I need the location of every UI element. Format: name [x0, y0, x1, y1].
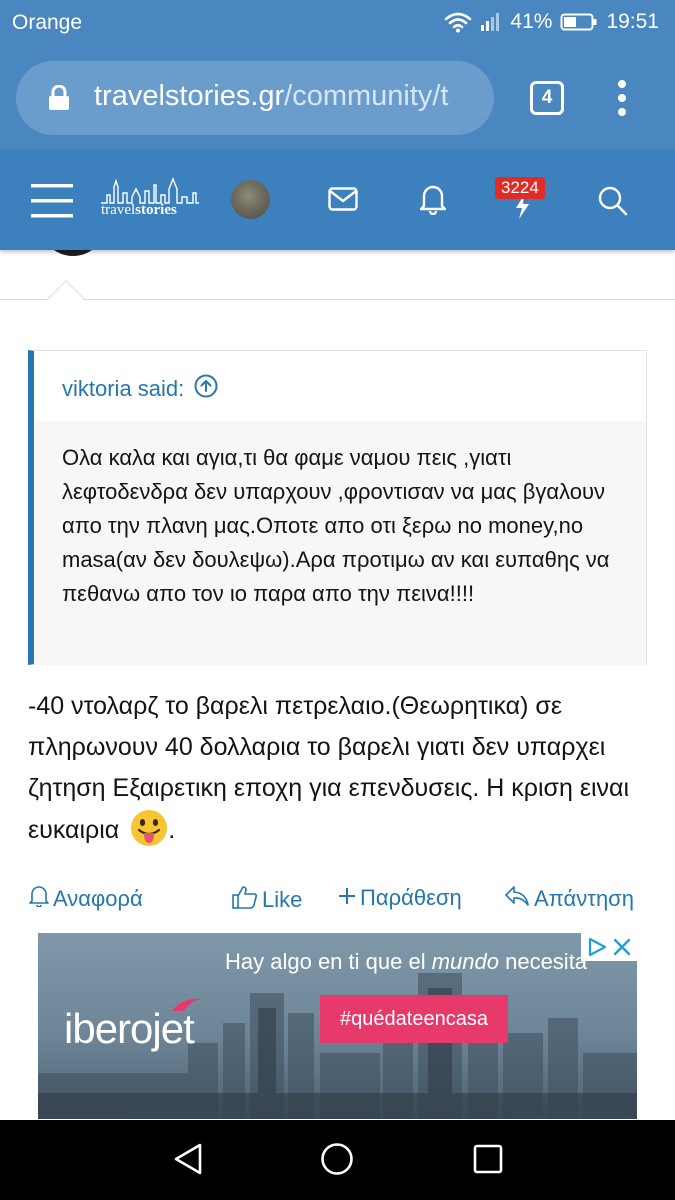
post-body: -40 ντολαρζ το βαρελι πετρελαιο.(Θεωρητι…: [28, 686, 653, 851]
status-bar: Orange 41% 19:51: [0, 0, 675, 46]
carrier-name: Orange: [12, 11, 83, 34]
quote-button[interactable]: Παράθεση: [338, 885, 462, 911]
tab-switcher-button[interactable]: 4: [530, 81, 564, 115]
post-divider: [0, 299, 675, 300]
ad-tagline: Hay algo en ti que el mundo necesita: [225, 949, 587, 975]
quote-text: Ολα καλα και αγια,τι θα φαμε ναμου πεις …: [34, 421, 646, 665]
message-pointer: [46, 280, 86, 320]
recent-apps-icon[interactable]: [472, 1142, 504, 1181]
user-avatar[interactable]: [231, 180, 270, 219]
lightning-alert-icon[interactable]: [512, 195, 532, 224]
quote-author-link[interactable]: viktoria said:: [62, 374, 218, 404]
plus-icon: [338, 885, 356, 911]
site-logo[interactable]: travelstories: [99, 177, 201, 223]
thumbs-up-icon: [232, 885, 258, 915]
ad-choices-box[interactable]: [581, 933, 637, 961]
ad-tagline-end: necesita: [498, 949, 588, 974]
envelope-icon[interactable]: [328, 187, 358, 216]
site-header: travelstories 3224: [0, 150, 675, 250]
quote-block: viktoria said: Ολα καλα και αγια,τι θα φ…: [28, 350, 647, 665]
battery-icon: [560, 11, 598, 33]
post-actions: Αναφορά Like Παράθεση Απάντηση: [0, 885, 675, 921]
url-domain: travelstories.gr: [94, 80, 285, 112]
battery-percent: 41%: [510, 10, 553, 33]
back-icon[interactable]: [172, 1142, 204, 1181]
quote-label: Παράθεση: [360, 885, 462, 910]
reply-arrow-icon: [504, 885, 530, 913]
address-bar[interactable]: travelstories.gr/community/t: [16, 61, 494, 135]
logo-word-stories: stories: [135, 202, 177, 218]
android-navigation-bar: [0, 1120, 675, 1200]
reply-button[interactable]: Απάντηση: [504, 885, 634, 913]
url-text: travelstories.gr/community/t: [94, 80, 449, 113]
brand-swoosh-icon: [172, 998, 202, 1011]
signal-icon: [480, 11, 502, 33]
advertisement-banner[interactable]: Hay algo en ti que el mundo necesita ibe…: [38, 933, 637, 1119]
url-path: /community/t: [284, 80, 449, 112]
wifi-icon: [444, 11, 472, 33]
logo-word-travel: travel: [101, 202, 136, 218]
like-label: Like: [262, 887, 303, 912]
logo-wordmark: travelstories: [101, 202, 177, 219]
hamburger-menu-icon[interactable]: [31, 184, 73, 223]
ad-tagline-start: Hay algo en ti que el: [225, 949, 432, 974]
menu-dot: [618, 94, 626, 102]
report-button[interactable]: Αναφορά: [29, 885, 143, 913]
tongue-face-emoji-icon: [130, 809, 168, 847]
quote-header: viktoria said:: [34, 351, 646, 421]
skyline-logo-icon: [101, 177, 199, 204]
post-text: -40 ντολαρζ το βαρελι πετρελαιο.(Θεωρητι…: [28, 692, 630, 844]
home-icon[interactable]: [320, 1142, 354, 1181]
quote-author: viktoria said:: [62, 376, 185, 401]
clock: 19:51: [606, 10, 659, 33]
ad-tagline-italic: mundo: [431, 949, 499, 974]
play-triangle-icon: [587, 937, 607, 962]
bell-outline-icon: [29, 885, 49, 913]
circle-arrow-up-icon: [194, 374, 218, 404]
reply-label: Απάντηση: [534, 886, 634, 911]
close-icon[interactable]: [613, 938, 631, 961]
alerts-badge: 3224: [495, 177, 545, 199]
post-text-end: .: [168, 816, 176, 844]
bell-icon[interactable]: [419, 183, 447, 220]
lock-icon: [48, 84, 70, 116]
menu-dot: [618, 80, 626, 88]
ad-hashtag-button[interactable]: #quédateencasa: [320, 995, 508, 1043]
like-button[interactable]: Like: [232, 885, 302, 915]
menu-dot: [618, 108, 626, 116]
search-icon[interactable]: [598, 186, 628, 221]
browser-toolbar: travelstories.gr/community/t 4: [0, 46, 675, 150]
browser-menu-button[interactable]: [606, 78, 638, 118]
report-label: Αναφορά: [53, 886, 143, 911]
status-icons: 41% 19:51: [444, 10, 659, 34]
